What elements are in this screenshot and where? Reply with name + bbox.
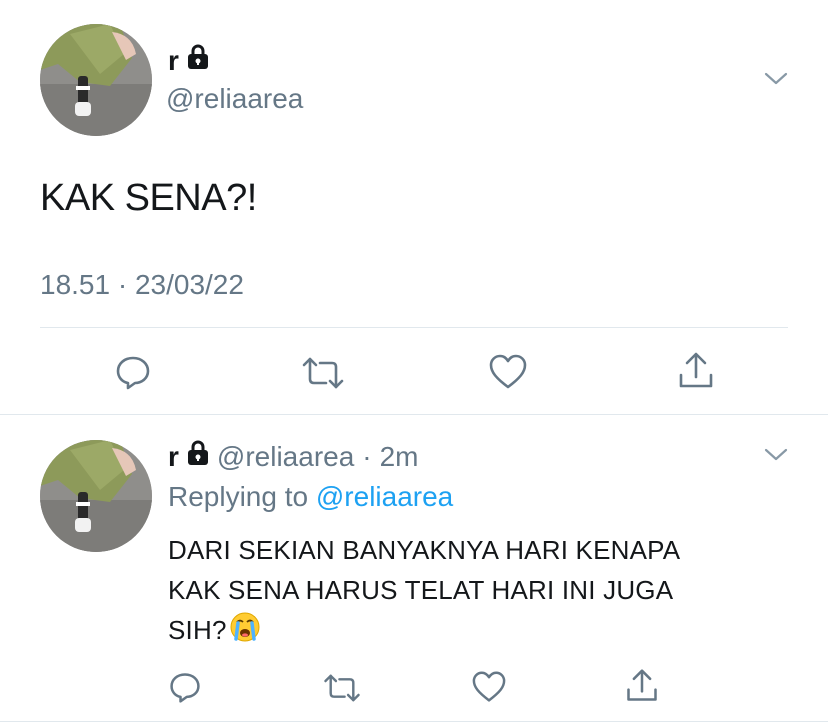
timestamp[interactable]: 18.51 · 23/03/22 — [40, 269, 244, 301]
lock-icon — [187, 44, 209, 77]
reply-text-line: SIH? — [168, 610, 788, 654]
display-name-row: r — [168, 44, 209, 77]
display-name[interactable]: r — [168, 45, 179, 77]
divider — [0, 721, 828, 722]
avatar[interactable] — [40, 440, 152, 552]
reply-text: DARI SEKIAN BANYAKNYA HARI KENAPA KAK SE… — [168, 530, 788, 654]
crying-face-emoji — [229, 611, 261, 654]
chevron-down-icon[interactable] — [762, 64, 790, 92]
reply-text-line: DARI SEKIAN BANYAKNYA HARI KENAPA — [168, 535, 681, 565]
replying-to-label: Replying to — [168, 481, 309, 512]
separator: · — [362, 440, 372, 472]
reply-text-end: SIH? — [168, 615, 227, 645]
heart-icon[interactable] — [471, 671, 507, 703]
reply-header: r @reliaarea · 2m — [168, 440, 419, 473]
divider — [40, 327, 788, 328]
share-icon[interactable] — [676, 351, 716, 391]
display-name[interactable]: r — [168, 441, 179, 473]
heart-icon[interactable] — [488, 354, 528, 390]
divider — [0, 414, 828, 415]
handle[interactable]: @reliaarea — [166, 83, 303, 115]
tweet-age[interactable]: 2m — [380, 441, 419, 473]
replying-to-link[interactable]: @reliaarea — [316, 481, 453, 512]
handle[interactable]: @reliaarea — [217, 441, 354, 473]
tweet-text: KAK SENA?! — [40, 177, 257, 219]
avatar-photo — [40, 440, 152, 552]
retweet-icon[interactable] — [300, 355, 346, 391]
lock-icon — [187, 440, 209, 473]
avatar[interactable] — [40, 24, 152, 136]
reply-icon[interactable] — [114, 353, 152, 391]
chevron-down-icon[interactable] — [762, 440, 790, 468]
replying-to: Replying to @reliaarea — [168, 481, 453, 513]
retweet-icon[interactable] — [322, 672, 362, 704]
avatar-photo — [40, 24, 152, 136]
share-icon[interactable] — [624, 668, 660, 704]
reply-icon[interactable] — [168, 670, 202, 704]
reply-text-line: KAK SENA HARUS TELAT HARI INI JUGA — [168, 575, 674, 605]
